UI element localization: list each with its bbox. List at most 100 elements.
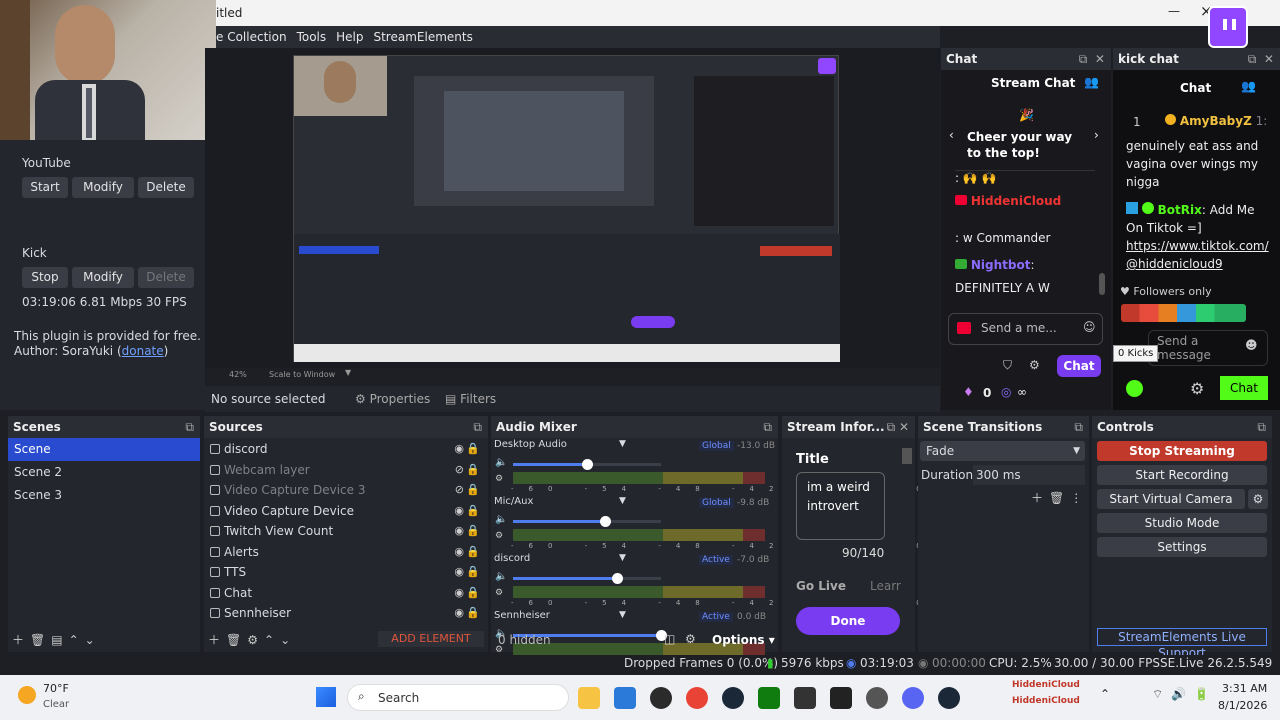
lock-icon[interactable]: 🔒: [466, 439, 480, 460]
volume-icon[interactable]: 🔈: [495, 571, 507, 582]
lock-icon[interactable]: 🔒: [466, 460, 480, 481]
lock-icon[interactable]: 🔒: [466, 480, 480, 501]
chat-input[interactable]: Send a me... ☺: [948, 313, 1103, 345]
kick-stop-button[interactable]: Stop: [22, 267, 68, 288]
properties-button[interactable]: ⚙ Properties: [355, 392, 430, 406]
users-icon[interactable]: 👥: [1241, 79, 1256, 93]
xbox-icon[interactable]: [758, 687, 780, 709]
kick-logo-icon[interactable]: [1126, 380, 1143, 397]
minimize-icon[interactable]: —: [1168, 4, 1180, 18]
menu-scene-collection[interactable]: e Collection: [216, 26, 287, 48]
se-live-support-button[interactable]: StreamElements Live Support: [1097, 628, 1267, 660]
eye-icon[interactable]: ◉: [454, 603, 464, 624]
volume-slider[interactable]: [513, 516, 661, 527]
kick-tiktok-link[interactable]: https://www.tiktok.com/@hiddenicloud9: [1126, 237, 1276, 273]
youtube-start-button[interactable]: Start: [22, 177, 68, 198]
chevron-down-icon[interactable]: ▼: [619, 610, 626, 620]
channel-tag[interactable]: Global: [699, 498, 734, 508]
stream-title-input[interactable]: im a weird introvert: [796, 472, 885, 540]
zoom-level[interactable]: 42%: [229, 370, 247, 379]
tray-icons[interactable]: ⌔🔊🔋: [1152, 687, 1217, 702]
gear-icon[interactable]: ⚙: [685, 632, 696, 646]
kick-modify-button[interactable]: Modify: [72, 267, 134, 288]
eye-hidden-icon[interactable]: ⊘: [455, 480, 464, 501]
chrome-icon[interactable]: [686, 687, 708, 709]
transition-toolbar[interactable]: ＋🗑⋮: [1031, 489, 1088, 506]
menu-streamelements[interactable]: StreamElements: [373, 26, 472, 48]
volume-slider[interactable]: [513, 573, 661, 584]
emote-row[interactable]: [1121, 304, 1246, 322]
eye-icon[interactable]: ◉: [454, 562, 464, 583]
scene-item[interactable]: Scene 2: [8, 461, 200, 484]
preview-area[interactable]: [205, 48, 940, 368]
transition-select[interactable]: Fade ▼: [920, 441, 1085, 461]
source-item[interactable]: Alerts ◉ 🔒: [204, 542, 488, 563]
lock-icon[interactable]: 🔒: [466, 603, 480, 624]
menu-tools[interactable]: Tools: [297, 26, 327, 48]
channel-points-icon[interactable]: ◎: [1001, 385, 1011, 399]
chevron-right-icon[interactable]: ›: [1094, 128, 1099, 142]
file-explorer-icon[interactable]: [578, 687, 600, 709]
settings-button[interactable]: Settings: [1097, 537, 1267, 557]
taskbar-search[interactable]: ⌕ Search: [347, 684, 569, 711]
learn-link[interactable]: Learr: [870, 579, 901, 593]
stop-streaming-button[interactable]: Stop Streaming: [1097, 441, 1267, 461]
volume-icon[interactable]: 🔈: [495, 457, 507, 468]
source-item[interactable]: Sennheiser ◉ 🔒: [204, 603, 488, 624]
lock-icon[interactable]: 🔒: [466, 583, 480, 604]
eye-icon[interactable]: ◉: [454, 501, 464, 522]
channel-tag[interactable]: Active: [699, 555, 733, 565]
volume-slider[interactable]: [513, 459, 661, 470]
ea-icon[interactable]: [794, 687, 816, 709]
donate-link[interactable]: donate: [122, 344, 164, 358]
start-recording-button[interactable]: Start Recording: [1097, 465, 1267, 485]
kick-delete-button[interactable]: Delete: [138, 267, 194, 288]
settings-icon[interactable]: ⚙: [495, 588, 503, 598]
lock-icon[interactable]: 🔒: [466, 542, 480, 563]
eye-icon[interactable]: ◉: [454, 439, 464, 460]
source-item[interactable]: Webcam layer ⊘ 🔒: [204, 460, 488, 481]
chevron-down-icon[interactable]: ▼: [619, 496, 626, 506]
chevron-left-icon[interactable]: ‹: [949, 128, 954, 142]
channel-tag[interactable]: Global: [699, 441, 734, 451]
eye-icon[interactable]: ◉: [454, 521, 464, 542]
volume-icon[interactable]: 🔈: [495, 514, 507, 525]
scene-item[interactable]: Scene 3: [8, 484, 200, 507]
options-button[interactable]: Options ▾: [712, 633, 775, 647]
epic-games-icon[interactable]: [830, 687, 852, 709]
steam-icon[interactable]: [938, 687, 960, 709]
scene-item[interactable]: Scene: [8, 438, 200, 461]
youtube-modify-button[interactable]: Modify: [72, 177, 134, 198]
chevron-down-icon[interactable]: ▼: [345, 368, 351, 377]
gear-icon[interactable]: ⚙: [1029, 358, 1040, 372]
eye-icon[interactable]: ◉: [454, 583, 464, 604]
shield-icon[interactable]: ⛉: [1003, 358, 1012, 373]
scale-mode[interactable]: Scale to Window: [269, 370, 335, 379]
store-icon[interactable]: [614, 687, 636, 709]
eye-icon[interactable]: ◉: [454, 542, 464, 563]
filters-button[interactable]: ▤ Filters: [445, 392, 496, 406]
stream-info-scrollbar[interactable]: [902, 448, 912, 464]
chevron-down-icon[interactable]: ▼: [619, 439, 626, 449]
channel-tag[interactable]: Active: [699, 612, 733, 622]
emoji-icon[interactable]: ☺: [1083, 320, 1096, 334]
emoji-icon[interactable]: ☻: [1245, 338, 1258, 352]
layout-icon[interactable]: ◫: [664, 632, 675, 646]
kick-chat-send-button[interactable]: Chat: [1220, 376, 1268, 400]
windows-start-icon[interactable]: [316, 687, 336, 707]
lock-icon[interactable]: 🔒: [466, 521, 480, 542]
kick-chat-input[interactable]: Send a message ☻: [1148, 330, 1268, 366]
start-virtual-camera-button[interactable]: Start Virtual Camera: [1097, 489, 1245, 509]
chevron-down-icon[interactable]: ▼: [619, 553, 626, 563]
source-item[interactable]: discord ◉ 🔒: [204, 439, 488, 460]
source-item[interactable]: Twitch View Count ◉ 🔒: [204, 521, 488, 542]
sources-toolbar[interactable]: ＋🗑⚙⌃⌄: [208, 631, 296, 648]
duration-input[interactable]: 300 ms: [973, 465, 1085, 485]
lock-icon[interactable]: 🔒: [466, 562, 480, 583]
lock-icon[interactable]: 🔒: [466, 501, 480, 522]
studio-mode-button[interactable]: Studio Mode: [1097, 513, 1267, 533]
users-icon[interactable]: 👥: [1084, 75, 1099, 89]
discord-icon[interactable]: [902, 687, 924, 709]
source-item[interactable]: Video Capture Device ◉ 🔒: [204, 501, 488, 522]
gear-icon[interactable]: ⚙: [1248, 489, 1268, 509]
